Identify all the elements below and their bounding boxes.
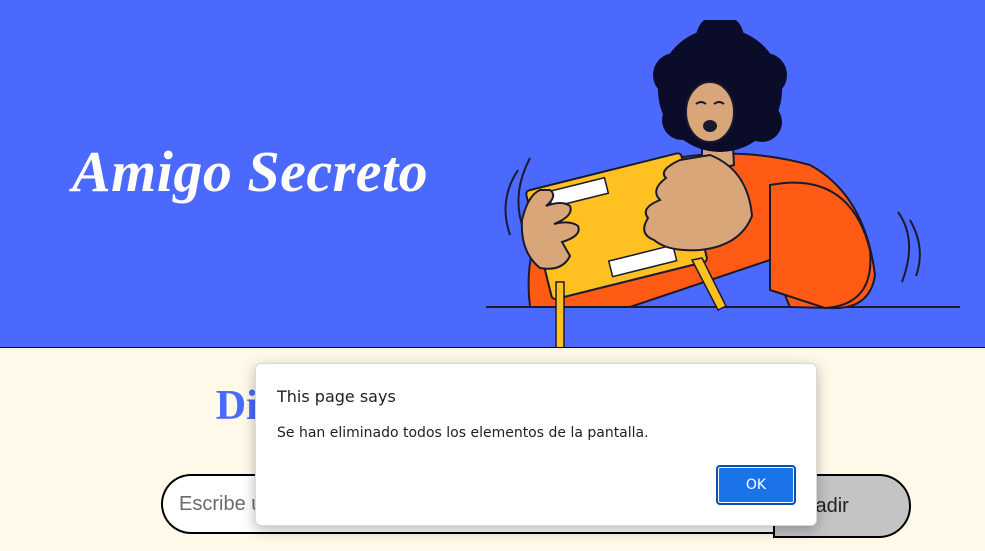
header-banner: Amigo Secreto [0,0,985,348]
dialog-title: This page says [277,387,396,406]
dialog-message: Se han eliminado todos los elementos de … [277,425,649,441]
alert-dialog: This page says Se han eliminado todos lo… [255,363,817,526]
ok-button[interactable]: OK [716,465,796,505]
gift-illustration [486,20,960,347]
app-title: Amigo Secreto [72,139,429,204]
